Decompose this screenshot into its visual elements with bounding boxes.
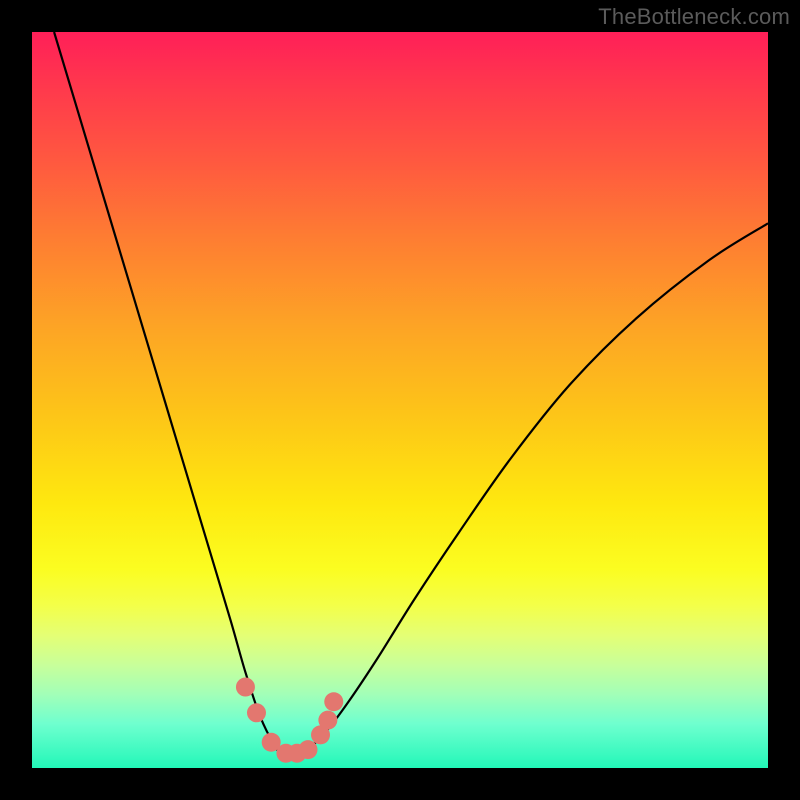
datapoint — [236, 678, 255, 697]
datapoint — [247, 703, 266, 722]
watermark-text: TheBottleneck.com — [598, 4, 790, 30]
chart-svg — [32, 32, 768, 768]
datapoint — [299, 740, 318, 759]
datapoints-group — [236, 678, 343, 763]
chart-plot-area — [32, 32, 768, 768]
bottleneck-curve — [54, 32, 768, 754]
datapoint — [318, 711, 337, 730]
datapoint — [324, 692, 343, 711]
